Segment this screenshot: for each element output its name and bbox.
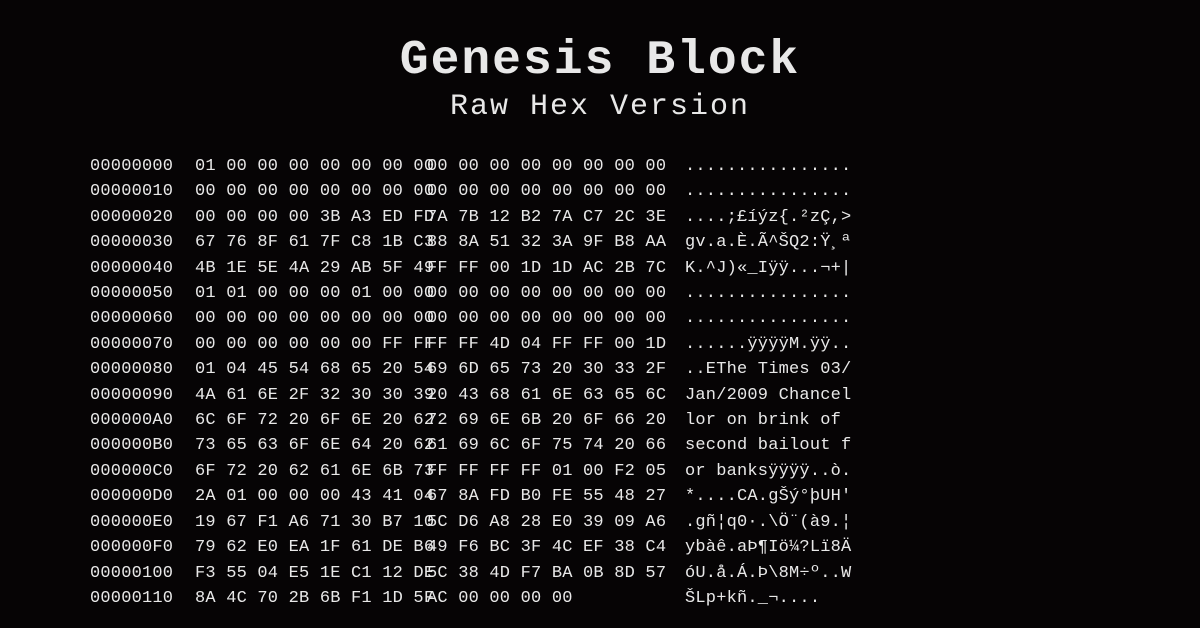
hex-bytes-left: 79 62 E0 EA 1F 61 DE B6 [195,535,427,560]
ascii-column: ......ÿÿÿÿM.ÿÿ.. [685,332,1110,357]
hex-bytes-right: FF FF 4D 04 FF FF 00 1D [427,332,685,357]
hex-row: 000000904A 61 6E 2F 32 30 30 3920 43 68 … [90,383,1110,408]
offset: 000000D0 [90,484,195,509]
offset: 00000080 [90,357,195,382]
ascii-column: or banksÿÿÿÿ..ò. [685,459,1110,484]
hex-row: 000000C06F 72 20 62 61 6E 6B 73FF FF FF … [90,459,1110,484]
hex-bytes-right: 67 8A FD B0 FE 55 48 27 [427,484,685,509]
hex-bytes-left: 01 00 00 00 00 00 00 00 [195,154,427,179]
hex-bytes-left: 00 00 00 00 00 00 FF FF [195,332,427,357]
hex-bytes-left: 73 65 63 6F 6E 64 20 62 [195,433,427,458]
hex-row: 0000001000 00 00 00 00 00 00 0000 00 00 … [90,179,1110,204]
ascii-column: Jan/2009 Chancel [685,383,1110,408]
hex-bytes-right: 49 F6 BC 3F 4C EF 38 C4 [427,535,685,560]
hex-row: 000000404B 1E 5E 4A 29 AB 5F 49FF FF 00 … [90,256,1110,281]
ascii-column: óU.å.Á.Þ\8M÷º..W [685,561,1110,586]
hex-bytes-left: 2A 01 00 00 00 43 41 04 [195,484,427,509]
hex-bytes-left: F3 55 04 E5 1E C1 12 DE [195,561,427,586]
hex-bytes-left: 6C 6F 72 20 6F 6E 20 62 [195,408,427,433]
hex-row: 0000008001 04 45 54 68 65 20 5469 6D 65 … [90,357,1110,382]
hex-bytes-left: 8A 4C 70 2B 6B F1 1D 5F [195,586,427,611]
hex-bytes-right: 7A 7B 12 B2 7A C7 2C 3E [427,205,685,230]
hex-bytes-right: 5C 38 4D F7 BA 0B 8D 57 [427,561,685,586]
hex-rows: 0000000001 00 00 00 00 00 00 0000 00 00 … [90,154,1110,611]
ascii-column: ................ [685,281,1110,306]
offset: 00000090 [90,383,195,408]
title: Genesis Block [90,34,1110,88]
subtitle: Raw Hex Version [90,90,1110,124]
offset: 000000E0 [90,510,195,535]
offset: 00000110 [90,586,195,611]
hex-bytes-left: 01 04 45 54 68 65 20 54 [195,357,427,382]
hex-bytes-right: 00 00 00 00 00 00 00 00 [427,154,685,179]
ascii-column: gv.a.È.Ã^ŠQ2:Ÿ¸ª [685,230,1110,255]
offset: 00000060 [90,306,195,331]
offset: 00000000 [90,154,195,179]
hex-bytes-right: 72 69 6E 6B 20 6F 66 20 [427,408,685,433]
hex-bytes-left: 67 76 8F 61 7F C8 1B C3 [195,230,427,255]
hex-bytes-left: 4A 61 6E 2F 32 30 30 39 [195,383,427,408]
ascii-column: .gñ¦q0·.\Ö¨(à9.¦ [685,510,1110,535]
offset: 000000B0 [90,433,195,458]
ascii-column: ŠLp+kñ._¬.... [685,586,1110,611]
ascii-column: ybàê.aÞ¶Iö¼?Lï8Ä [685,535,1110,560]
hex-bytes-left: 00 00 00 00 00 00 00 00 [195,179,427,204]
hex-row: 0000007000 00 00 00 00 00 FF FFFF FF 4D … [90,332,1110,357]
offset: 00000100 [90,561,195,586]
ascii-column: ................ [685,179,1110,204]
hex-bytes-right: AC 00 00 00 00 [427,586,685,611]
offset: 00000070 [90,332,195,357]
hex-bytes-left: 6F 72 20 62 61 6E 6B 73 [195,459,427,484]
offset: 00000040 [90,256,195,281]
offset: 00000020 [90,205,195,230]
offset: 000000C0 [90,459,195,484]
ascii-column: ................ [685,154,1110,179]
ascii-column: second bailout f [685,433,1110,458]
hex-row: 000000B073 65 63 6F 6E 64 20 6261 69 6C … [90,433,1110,458]
hex-row: 0000006000 00 00 00 00 00 00 0000 00 00 … [90,306,1110,331]
hex-bytes-right: FF FF FF FF 01 00 F2 05 [427,459,685,484]
hex-bytes-right: 00 00 00 00 00 00 00 00 [427,306,685,331]
hex-row: 000000D02A 01 00 00 00 43 41 0467 8A FD … [90,484,1110,509]
hex-row: 000000A06C 6F 72 20 6F 6E 20 6272 69 6E … [90,408,1110,433]
hex-bytes-right: 5C D6 A8 28 E0 39 09 A6 [427,510,685,535]
ascii-column: K.^J)«_Iÿÿ...¬+| [685,256,1110,281]
hex-bytes-right: 61 69 6C 6F 75 74 20 66 [427,433,685,458]
hex-bytes-left: 4B 1E 5E 4A 29 AB 5F 49 [195,256,427,281]
hex-bytes-right: 20 43 68 61 6E 63 65 6C [427,383,685,408]
hex-bytes-left: 00 00 00 00 00 00 00 00 [195,306,427,331]
ascii-column: lor on brink of [685,408,1110,433]
hex-row: 0000000001 00 00 00 00 00 00 0000 00 00 … [90,154,1110,179]
ascii-column: ..EThe Times 03/ [685,357,1110,382]
hex-bytes-left: 00 00 00 00 3B A3 ED FD [195,205,427,230]
hex-row: 000000E019 67 F1 A6 71 30 B7 105C D6 A8 … [90,510,1110,535]
hex-row: 0000003067 76 8F 61 7F C8 1B C388 8A 51 … [90,230,1110,255]
ascii-column: ....;£íýz{.²zÇ,> [685,205,1110,230]
hex-row: 0000005001 01 00 00 00 01 00 0000 00 00 … [90,281,1110,306]
hex-bytes-left: 01 01 00 00 00 01 00 00 [195,281,427,306]
hex-bytes-right: FF FF 00 1D 1D AC 2B 7C [427,256,685,281]
offset: 00000050 [90,281,195,306]
offset: 000000F0 [90,535,195,560]
hex-bytes-right: 69 6D 65 73 20 30 33 2F [427,357,685,382]
ascii-column: ................ [685,306,1110,331]
hex-row: 000000F079 62 E0 EA 1F 61 DE B649 F6 BC … [90,535,1110,560]
offset: 00000030 [90,230,195,255]
hex-row: 0000002000 00 00 00 3B A3 ED FD7A 7B 12 … [90,205,1110,230]
offset: 000000A0 [90,408,195,433]
hex-bytes-left: 19 67 F1 A6 71 30 B7 10 [195,510,427,535]
hex-dump-panel: Genesis Block Raw Hex Version 0000000001… [0,0,1200,628]
offset: 00000010 [90,179,195,204]
hex-row: 000001108A 4C 70 2B 6B F1 1D 5FAC 00 00 … [90,586,1110,611]
hex-bytes-right: 88 8A 51 32 3A 9F B8 AA [427,230,685,255]
ascii-column: *....CA.gŠý°þUH' [685,484,1110,509]
hex-row: 00000100F3 55 04 E5 1E C1 12 DE5C 38 4D … [90,561,1110,586]
hex-bytes-right: 00 00 00 00 00 00 00 00 [427,281,685,306]
hex-bytes-right: 00 00 00 00 00 00 00 00 [427,179,685,204]
